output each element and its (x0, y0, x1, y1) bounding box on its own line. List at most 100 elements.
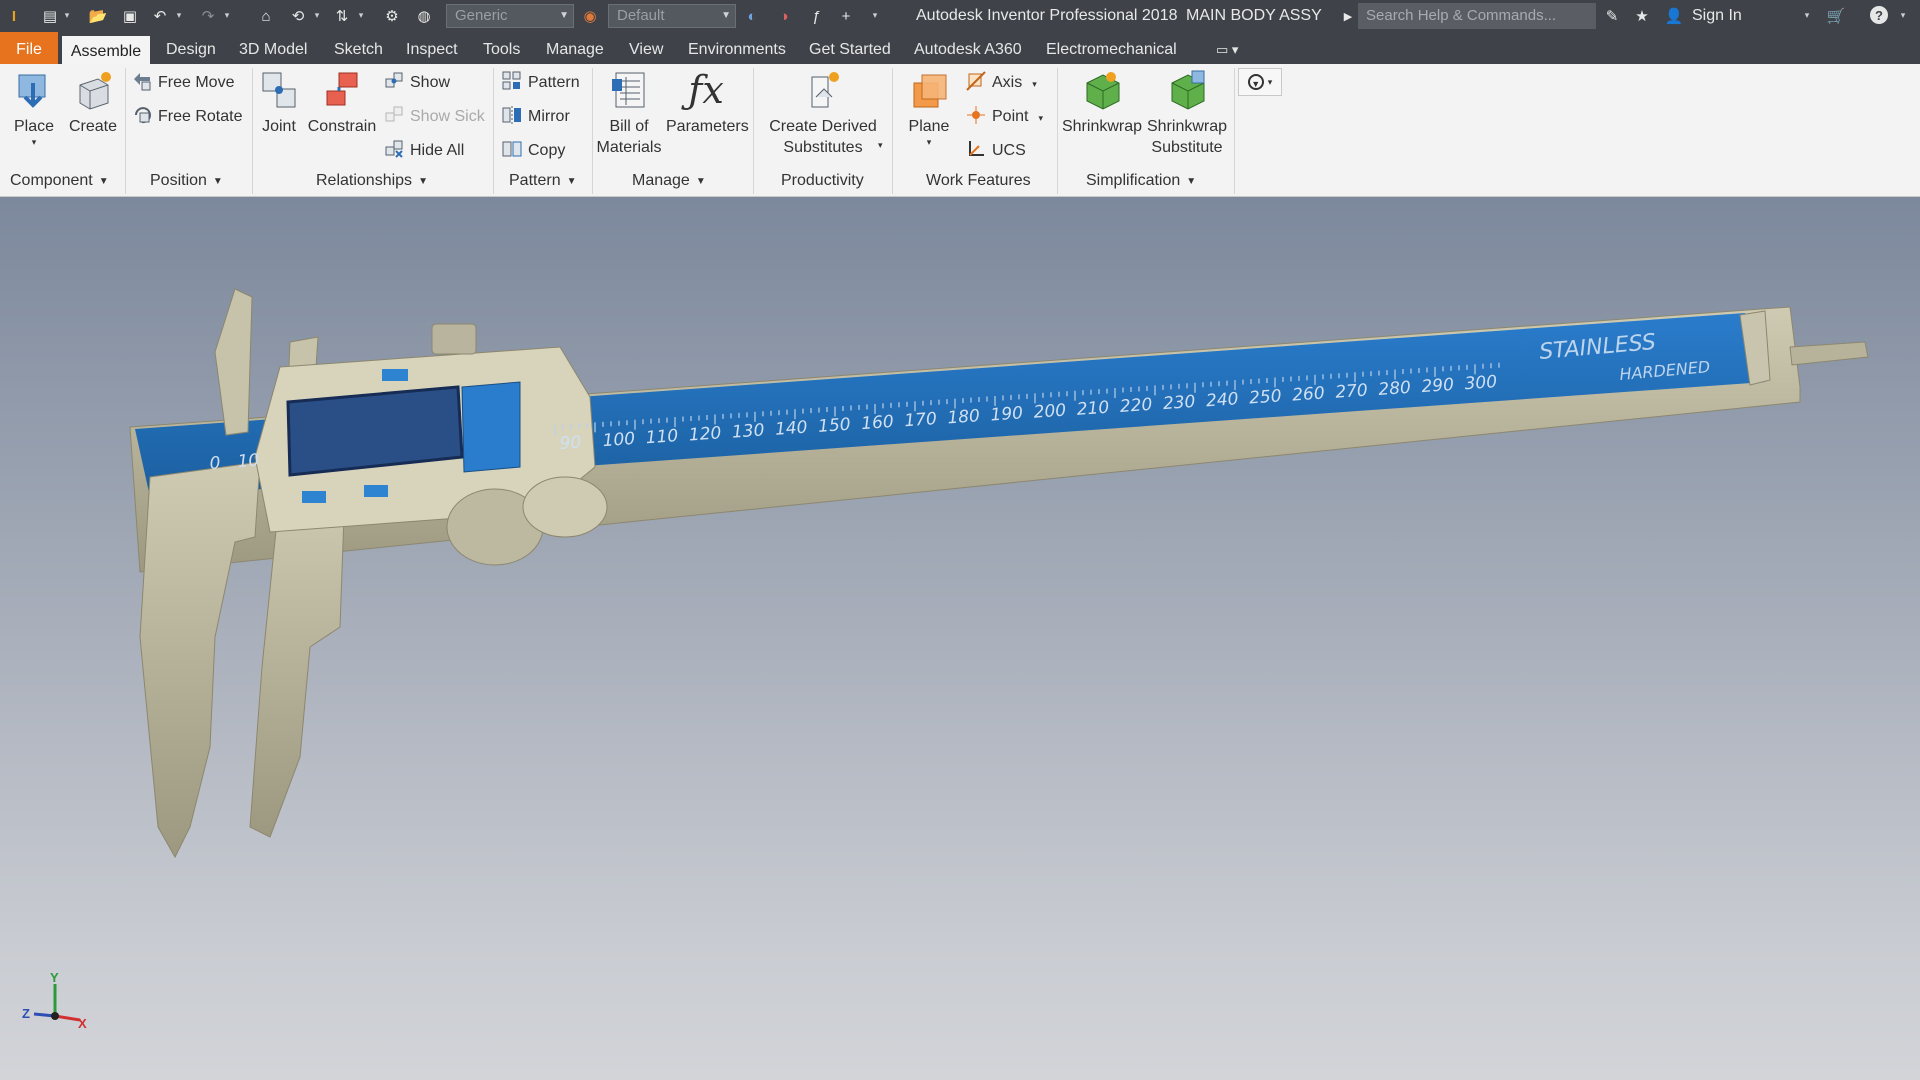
create-button[interactable]: Create (66, 68, 120, 137)
tab-design[interactable]: Design (166, 32, 216, 64)
customize-chevron-icon[interactable]: ▾ (870, 8, 880, 22)
scale-number: 110 (645, 426, 679, 448)
open-folder-icon[interactable]: 📂 (88, 6, 108, 26)
create-derived-substitutes-button[interactable]: Create Derived Substitutes (760, 68, 886, 158)
mode-button[interactable] (302, 491, 326, 503)
document-title: MAIN BODY ASSY (1186, 7, 1322, 24)
copy-button[interactable]: Copy (502, 138, 565, 164)
caret-right-icon[interactable]: ▶ (1338, 6, 1358, 26)
chevron-down-icon: ▼ (212, 176, 223, 187)
tab-file[interactable]: File (0, 32, 58, 64)
title-bar: I ▤ ▾ 📂 ▣ ↶ ▾ ↷ ▾ ⌂ ⟲ ▾ ⇅ ▾ ⚙ ◍ Generic … (0, 0, 1920, 32)
blue-button-panel (461, 381, 521, 473)
chevron-down-icon[interactable]: ▾ (1898, 8, 1908, 22)
simplification-panel-label[interactable]: Simplification ▼ (1086, 170, 1196, 192)
free-rotate-button[interactable]: Free Rotate (132, 104, 242, 130)
mirror-icon (502, 105, 522, 125)
bom-label-line2: Materials (596, 139, 662, 156)
constrain-button[interactable]: Constrain (306, 68, 378, 137)
inventor-logo-icon[interactable]: I (4, 6, 24, 26)
select-priority-icon[interactable]: ⚙ (382, 6, 402, 26)
plane-button[interactable]: Plane ▾ (900, 68, 958, 147)
component-panel-label[interactable]: Component ▼ (10, 170, 109, 192)
chevron-down-icon[interactable]: ▾ (878, 140, 883, 151)
adjust-icon[interactable]: ◐ (742, 6, 762, 26)
triad-x-label: X (78, 1016, 87, 1031)
undo-icon[interactable]: ↶ (150, 6, 170, 26)
sign-in-link[interactable]: Sign In (1692, 0, 1742, 32)
star-icon[interactable]: ★ (1632, 6, 1652, 26)
view-triad[interactable]: X Y Z (20, 970, 90, 1036)
shrinkwrap-button[interactable]: Shrinkwrap (1060, 68, 1144, 137)
cart-icon[interactable]: 🛒 (1826, 6, 1846, 26)
tab-tools[interactable]: Tools (483, 32, 520, 64)
mirror-button[interactable]: Mirror (502, 104, 570, 130)
binoculars-icon[interactable]: ✎ (1602, 6, 1622, 26)
parameters-button[interactable]: ƒx Parameters (666, 68, 749, 137)
place-button[interactable]: Place ▾ (8, 68, 60, 147)
help-icon[interactable]: ? (1870, 6, 1888, 24)
chevron-down-icon[interactable]: ▾ (356, 8, 366, 22)
work-features-panel-text: Work Features (926, 172, 1031, 189)
search-input[interactable]: Search Help & Commands... (1358, 3, 1596, 29)
update-icon[interactable]: ⇅ (332, 6, 352, 26)
fx-icon[interactable]: ƒ (806, 6, 826, 26)
axis-button[interactable]: Axis ▾ (966, 70, 1037, 96)
color-wheel-icon[interactable]: ◉ (580, 6, 600, 26)
shrinkwrap-substitute-button[interactable]: Shrinkwrap Substitute (1146, 68, 1228, 158)
chevron-down-icon: ▾ (1038, 113, 1043, 123)
graphics-viewport[interactable]: 0 10 90 100 110 120 130 140 150 160 170 180 190 200 21… (0, 197, 1920, 1080)
chevron-down-icon[interactable]: ▾ (62, 8, 72, 22)
joint-icon (258, 68, 302, 112)
tab-electromechanical[interactable]: Electromechanical (1046, 32, 1177, 64)
show-sick-button[interactable]: Show Sick (384, 104, 485, 130)
tab-assemble[interactable]: Assemble (62, 36, 150, 66)
return-icon[interactable]: ⟲ (288, 6, 308, 26)
chevron-down-icon[interactable]: ▾ (222, 8, 232, 22)
tab-manage[interactable]: Manage (546, 32, 604, 64)
chevron-down-icon[interactable]: ▾ (174, 8, 184, 22)
bill-of-materials-button[interactable]: Bill of Materials (594, 68, 664, 158)
shrinkwrap-label: Shrinkwrap (1061, 118, 1143, 135)
redo-icon[interactable]: ↷ (198, 6, 218, 26)
point-button[interactable]: Point ▾ (966, 104, 1043, 130)
show-button[interactable]: Show (384, 70, 450, 96)
free-move-button[interactable]: Free Move (132, 70, 234, 96)
pattern-button[interactable]: Pattern (502, 70, 580, 96)
panel-options-button[interactable]: ▼ ▾ (1238, 68, 1282, 96)
caliper-model[interactable]: 0 10 90 100 110 120 130 140 150 160 170 180 190 200 21… (0, 197, 1920, 1080)
new-file-icon[interactable]: ▤ (40, 6, 60, 26)
pattern-panel-label[interactable]: Pattern ▼ (509, 170, 577, 192)
ribbon-display-toggle-icon[interactable]: ▭ ▾ (1216, 32, 1238, 64)
onoff-button[interactable] (364, 485, 388, 497)
user-icon[interactable]: 👤 (1664, 6, 1684, 26)
chevron-down-icon[interactable]: ▾ (1802, 8, 1812, 22)
zero-button[interactable] (382, 369, 408, 381)
clear-appearance-icon[interactable]: ◑ (774, 6, 794, 26)
plus-icon[interactable]: + (836, 6, 856, 26)
visual-style-select[interactable]: Default ▼ (608, 4, 736, 28)
hide-all-button[interactable]: Hide All (384, 138, 464, 164)
relationships-panel-label[interactable]: Relationships ▼ (316, 170, 428, 192)
save-icon[interactable]: ▣ (120, 6, 140, 26)
bom-label-line1: Bill of (609, 118, 649, 135)
tab-inspect[interactable]: Inspect (406, 32, 458, 64)
appearance-select[interactable]: Generic ▼ (446, 4, 574, 28)
chevron-down-icon[interactable]: ▾ (312, 8, 322, 22)
joint-button[interactable]: Joint (258, 68, 300, 137)
scale-number: 0 (209, 453, 221, 474)
tab-environments[interactable]: Environments (688, 32, 786, 64)
manage-panel-label[interactable]: Manage ▼ (632, 170, 706, 192)
home-icon[interactable]: ⌂ (256, 6, 276, 26)
tab-autodesk-a360[interactable]: Autodesk A360 (914, 32, 1022, 64)
free-rotate-label: Free Rotate (158, 108, 243, 125)
globe-icon[interactable]: ◍ (414, 6, 434, 26)
tab-get-started[interactable]: Get Started (809, 32, 891, 64)
create-label: Create (68, 118, 118, 135)
position-panel-label[interactable]: Position ▼ (150, 170, 223, 192)
tab-sketch[interactable]: Sketch (334, 32, 383, 64)
tab-view[interactable]: View (629, 32, 663, 64)
ucs-button[interactable]: UCS (966, 138, 1026, 164)
tab-3d-model[interactable]: 3D Model (239, 32, 307, 64)
productivity-panel-label: Productivity (781, 170, 864, 192)
